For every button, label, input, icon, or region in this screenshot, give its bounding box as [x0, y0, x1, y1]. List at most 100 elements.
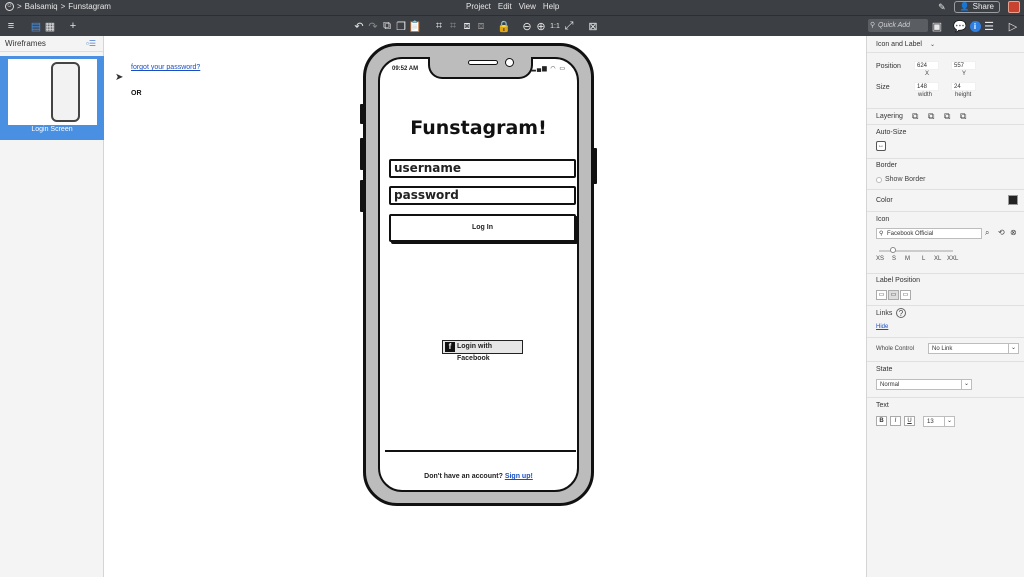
icon-swap-icon[interactable]: ⟲	[998, 228, 1005, 237]
app-title[interactable]: Funstagram!	[380, 117, 577, 139]
duplicate-icon[interactable]: ❐	[394, 19, 408, 33]
quick-add-input[interactable]: ⚲ Quick Add	[868, 19, 928, 32]
icon-browse-icon[interactable]: ⌕	[985, 228, 989, 238]
menu-edit[interactable]: Edit	[498, 2, 512, 11]
menu-help[interactable]: Help	[543, 2, 559, 11]
state-select[interactable]: Normal ⌄	[876, 379, 972, 390]
breadcrumb-project[interactable]: Funstagram	[68, 2, 111, 11]
or-label[interactable]: OR	[131, 90, 142, 97]
bring-to-front-icon[interactable]: ⧉	[912, 111, 918, 122]
size-xl[interactable]: XL	[934, 256, 941, 262]
whole-control-select[interactable]: No Link ⌄	[928, 343, 1019, 354]
bring-front-icon[interactable]: ⧈	[460, 19, 474, 33]
wireframe-thumbnail[interactable]: Login Screen	[0, 56, 104, 140]
position-x-input[interactable]: 624	[914, 61, 939, 70]
inspector-header[interactable]: Icon and Label ⌄	[867, 36, 1024, 53]
info-icon: i	[969, 20, 981, 32]
facebook-label: Login with Facebook	[457, 343, 492, 362]
y-caption: Y	[962, 71, 967, 77]
label-right-icon[interactable]: ▭	[888, 290, 899, 300]
chevron-down-icon: ⌄	[1008, 343, 1018, 354]
wireframes-panel: Wireframes ▫☰ Login Screen	[0, 36, 104, 577]
inspector-panel: Icon and Label ⌄ Position 624 557 X Y Si…	[866, 36, 1024, 577]
signup-text: Don't have an account?	[424, 473, 503, 480]
bring-forward-icon[interactable]: ⧉	[928, 111, 934, 122]
info-button[interactable]: i	[968, 19, 982, 33]
properties-icon[interactable]: ☰	[982, 19, 996, 33]
menu-project[interactable]: Project	[466, 2, 491, 11]
share-button[interactable]: 👤 Share	[953, 1, 1000, 13]
forgot-password-link[interactable]: forgot your password?	[131, 64, 200, 71]
size-height-input[interactable]: 24	[951, 82, 976, 91]
size-xxl[interactable]: XXL	[947, 256, 958, 262]
size-l[interactable]: L	[922, 256, 925, 262]
phone-side-button	[593, 148, 597, 184]
send-back-icon[interactable]: ⧈	[474, 19, 488, 33]
lock-icon[interactable]: 🔒	[497, 19, 511, 33]
delete-icon[interactable]: ⊠	[586, 19, 600, 33]
zoom-in-icon[interactable]: ⊕	[534, 19, 548, 33]
size-m[interactable]: M	[905, 256, 910, 262]
actual-size-icon[interactable]: 1:1	[548, 19, 562, 33]
signup-prompt[interactable]: Don't have an account? Sign up!	[380, 473, 577, 480]
divider-line[interactable]	[385, 450, 576, 452]
links-hide-link[interactable]: Hide	[876, 324, 888, 330]
paste-icon[interactable]: 📋	[408, 19, 422, 33]
size-s[interactable]: S	[892, 256, 896, 262]
copy-icon[interactable]: ⧉	[380, 19, 394, 33]
zoom-out-icon[interactable]: ⊖	[520, 19, 534, 33]
ungroup-icon[interactable]: ⌗	[446, 19, 460, 33]
breadcrumb-root[interactable]: Balsamiq	[25, 2, 58, 11]
presentation-icon[interactable]: ▷	[1006, 19, 1020, 33]
iphone-frame[interactable]: 09:52 AM ▂▄▆ ◠ ▭ Funstagram! username pa…	[360, 43, 597, 506]
autosize-toggle-icon[interactable]: ↔	[876, 141, 886, 151]
help-icon[interactable]: ?	[896, 308, 906, 318]
send-to-back-icon[interactable]: ⧉	[960, 111, 966, 122]
size-width-input[interactable]: 148	[914, 82, 939, 91]
quick-add-placeholder: Quick Add	[878, 22, 911, 29]
whole-control-value: No Link	[932, 346, 953, 352]
grid-view-icon[interactable]: ▦	[43, 19, 57, 33]
hamburger-menu-icon[interactable]: ≡	[4, 19, 18, 33]
text-section: Text B I U 13 ⌄	[867, 398, 1024, 434]
fit-screen-icon[interactable]: ⤢	[562, 19, 576, 33]
comments-icon[interactable]: 💬	[953, 19, 967, 33]
icon-size-slider-knob[interactable]	[890, 247, 896, 253]
italic-button[interactable]: I	[890, 416, 901, 426]
toolbar: ≡ ▤ ▦ + ↶ ↷ ⧉ ❐ 📋 ⌗ ⌗ ⧈ ⧈ 🔒 ⊖ ⊕ 1:1 ⤢ ⊠ …	[0, 15, 1024, 36]
label-left-icon[interactable]: ▭	[900, 290, 911, 300]
password-field[interactable]: password	[389, 186, 576, 205]
font-size-value: 13	[927, 419, 934, 425]
redo-icon[interactable]: ↷	[366, 19, 380, 33]
bold-button[interactable]: B	[876, 416, 887, 426]
label-bottom-icon[interactable]: ▭	[876, 290, 887, 300]
balsamiq-logo-icon[interactable]: ☺	[5, 2, 14, 11]
autosize-label: Auto-Size	[876, 129, 907, 136]
icon-search-input[interactable]: ⚲ Facebook Official	[876, 228, 982, 239]
panel-view-toggle-icon[interactable]: ▫☰	[86, 36, 96, 52]
font-size-select[interactable]: 13 ⌄	[923, 416, 955, 427]
menu-view[interactable]: View	[519, 2, 536, 11]
facebook-icon: f	[445, 342, 455, 352]
phone-notch	[428, 57, 533, 79]
underline-button[interactable]: U	[904, 416, 915, 426]
add-icon[interactable]: +	[66, 19, 80, 33]
list-view-icon[interactable]: ▤	[29, 19, 43, 33]
color-picker[interactable]	[1008, 195, 1018, 205]
undo-icon[interactable]: ↶	[352, 19, 366, 33]
canvas[interactable]: ➤ forgot your password? OR 09:52 AM ▂▄▆ …	[104, 36, 866, 577]
username-field[interactable]: username	[389, 159, 576, 178]
send-backward-icon[interactable]: ⧉	[944, 111, 950, 122]
group-icon[interactable]: ⌗	[432, 19, 446, 33]
user-avatar[interactable]	[1008, 1, 1020, 13]
library-icon[interactable]: ▣	[930, 19, 944, 33]
signup-link[interactable]: Sign up!	[505, 473, 533, 480]
login-button[interactable]: Log In	[389, 214, 576, 242]
icon-clear-icon[interactable]: ⊗	[1010, 228, 1017, 237]
show-border-checkbox[interactable]	[876, 177, 882, 183]
login-with-facebook-button[interactable]: f Login with Facebook	[442, 340, 523, 362]
position-y-input[interactable]: 557	[951, 61, 976, 70]
edit-pencil-icon[interactable]: ✎	[938, 2, 946, 13]
size-xs[interactable]: XS	[876, 256, 884, 262]
height-caption: height	[955, 92, 972, 98]
